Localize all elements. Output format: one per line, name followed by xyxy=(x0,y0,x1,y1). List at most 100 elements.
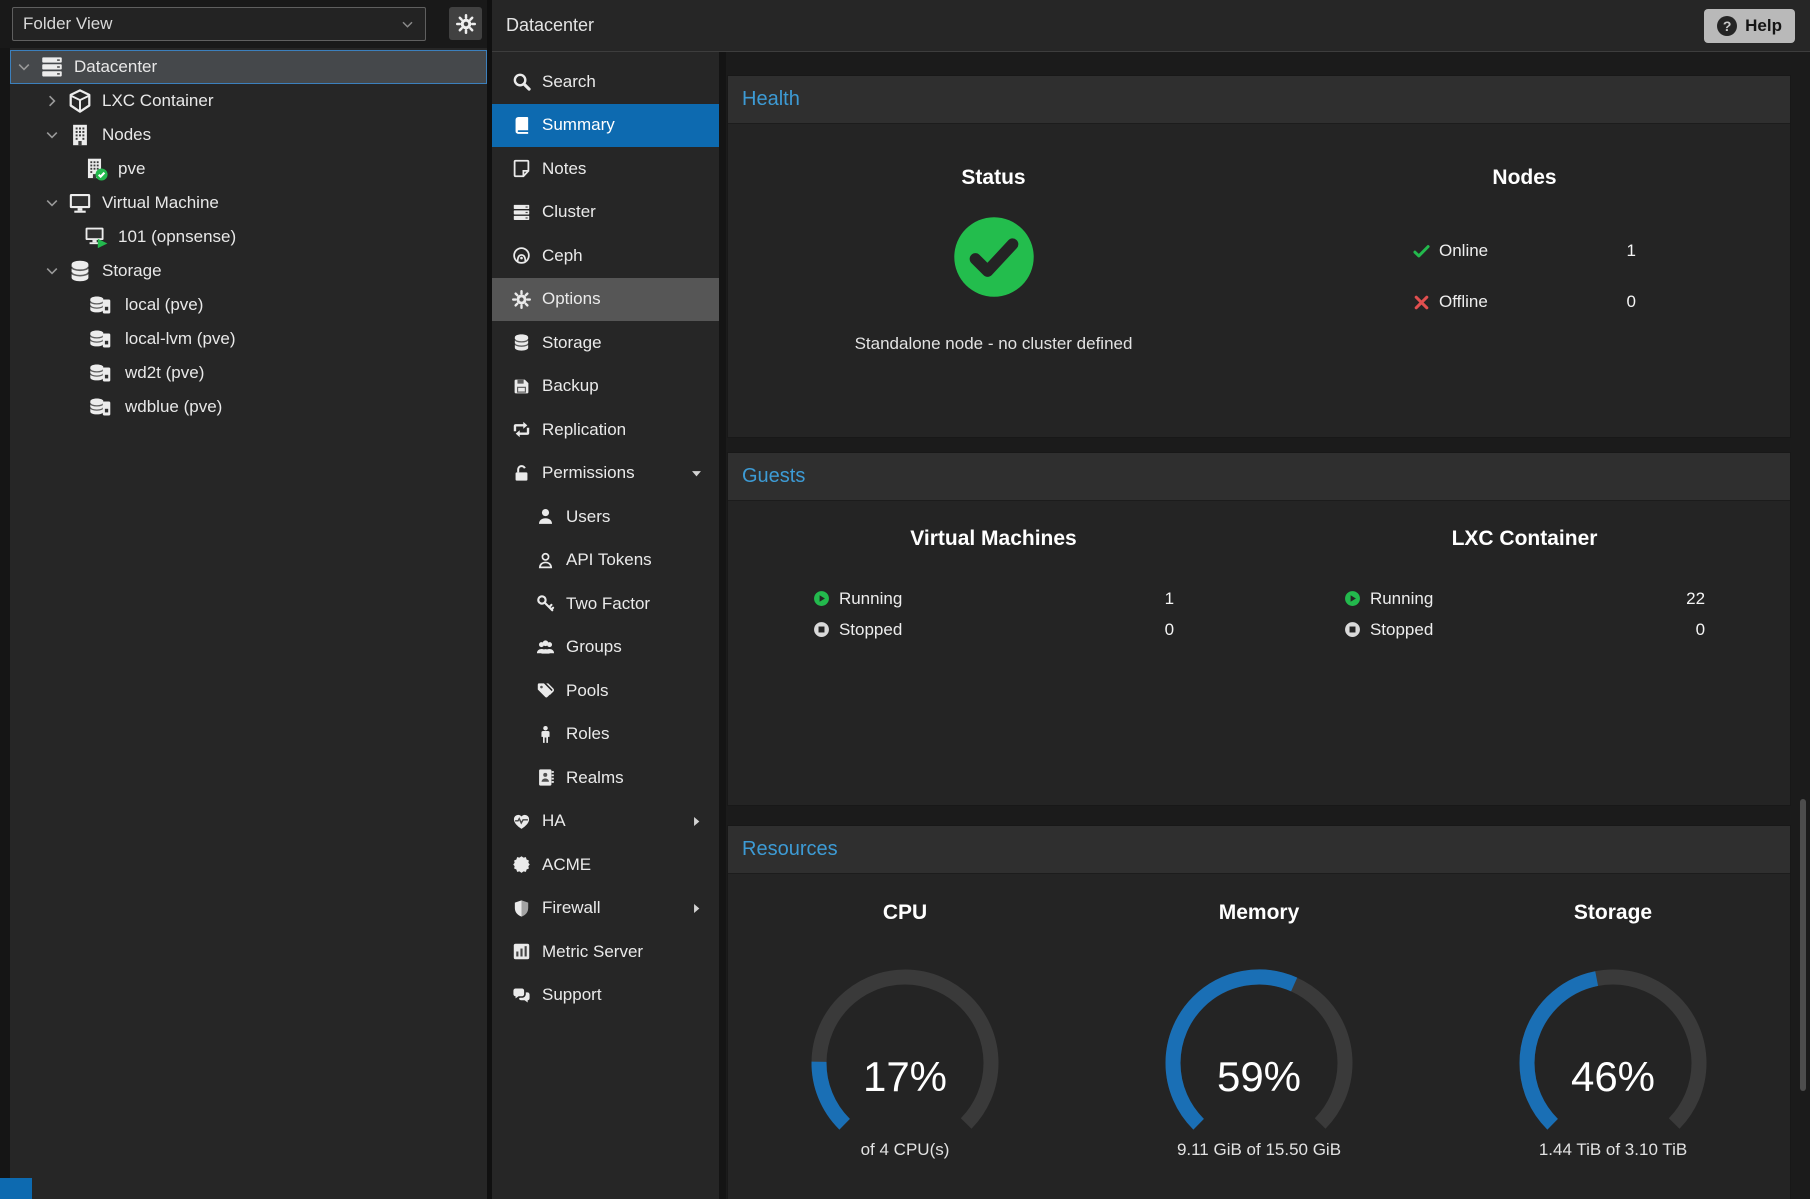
tags-icon xyxy=(536,681,555,700)
menu-item-label: Support xyxy=(542,985,602,1005)
menu-item-options[interactable]: Options xyxy=(492,278,719,322)
menu-item-groups[interactable]: Groups xyxy=(492,626,719,670)
menu-item-realms[interactable]: Realms xyxy=(492,756,719,800)
menu-item-roles[interactable]: Roles xyxy=(492,713,719,757)
role-icon xyxy=(536,725,555,744)
floppy-icon xyxy=(512,377,531,396)
health-panel: Health Status Standalone node - no clust… xyxy=(727,75,1791,438)
resources-panel-header: Resources xyxy=(728,826,1790,874)
tree-settings-button[interactable] xyxy=(449,7,482,40)
menu-item-pools[interactable]: Pools xyxy=(492,669,719,713)
guests-panel-body: Virtual Machines Running 1 Stopped 0 xyxy=(728,501,1790,805)
tree-item-storage-local[interactable]: local (pve) xyxy=(10,288,487,322)
address-book-icon xyxy=(536,768,555,787)
play-circle-icon xyxy=(813,590,830,607)
vm-stopped-row: Stopped 0 xyxy=(813,614,1174,645)
menu-item-label: Summary xyxy=(542,115,615,135)
group-icon xyxy=(536,638,555,657)
tree-item-storage-wdblue[interactable]: wdblue (pve) xyxy=(10,390,487,424)
menu-item-summary[interactable]: Summary xyxy=(492,104,719,148)
nodes-rows: Online 1 Offline 0 xyxy=(1413,236,1636,338)
tree-item-datacenter[interactable]: Datacenter xyxy=(10,50,487,84)
lxc-stopped-label: Stopped xyxy=(1370,620,1433,640)
expander-down-icon[interactable] xyxy=(44,263,60,279)
acme-seal-icon xyxy=(512,855,531,874)
cross-icon xyxy=(1413,294,1430,311)
menu-item-label: API Tokens xyxy=(566,550,652,570)
expander-down-icon[interactable] xyxy=(44,127,60,143)
vm-running-value: 1 xyxy=(1165,589,1174,609)
tree-item-lxc-container[interactable]: LXC Container xyxy=(10,84,487,118)
menu-item-two-factor[interactable]: Two Factor xyxy=(492,582,719,626)
menu-item-permissions[interactable]: Permissions xyxy=(492,452,719,496)
menu-item-acme[interactable]: ACME xyxy=(492,843,719,887)
tree-item-vm-101[interactable]: 101 (opnsense) xyxy=(10,220,487,254)
tree-item-storage-wd2t[interactable]: wd2t (pve) xyxy=(10,356,487,390)
shield-icon xyxy=(512,899,531,918)
menu-item-users[interactable]: Users xyxy=(492,495,719,539)
guests-panel-header: Guests xyxy=(728,453,1790,501)
heartbeat-icon xyxy=(512,812,531,831)
tree-item-virtual-machine[interactable]: Virtual Machine xyxy=(10,186,487,220)
menu-item-label: Realms xyxy=(566,768,624,788)
database-icon xyxy=(512,333,531,352)
question-icon: ? xyxy=(1717,16,1737,36)
status-column: Status Standalone node - no cluster defi… xyxy=(728,124,1259,437)
menu-item-support[interactable]: Support xyxy=(492,974,719,1018)
tree-item-label: wdblue (pve) xyxy=(125,397,222,417)
nodes-offline-label: Offline xyxy=(1439,292,1488,312)
tree-item-storage-local-lvm[interactable]: local-lvm (pve) xyxy=(10,322,487,356)
tree-item-label: Storage xyxy=(102,261,162,281)
unlock-icon xyxy=(512,464,531,483)
menu-item-metric-server[interactable]: Metric Server xyxy=(492,930,719,974)
nodes-offline-value: 0 xyxy=(1627,292,1636,312)
stop-circle-icon xyxy=(813,621,830,638)
storage-heading: Storage xyxy=(1574,901,1652,925)
key-icon xyxy=(536,594,555,613)
menu-item-search[interactable]: Search xyxy=(492,60,719,104)
tree-item-nodes[interactable]: Nodes xyxy=(10,118,487,152)
user-outline-icon xyxy=(536,551,555,570)
gear-icon xyxy=(512,290,531,309)
caret-right-icon xyxy=(690,815,703,828)
menu-item-label: HA xyxy=(542,811,566,831)
nodes-online-row: Online 1 xyxy=(1413,236,1636,266)
menu-item-label: Firewall xyxy=(542,898,601,918)
help-button[interactable]: ? Help xyxy=(1704,9,1795,43)
database-icon xyxy=(66,259,94,283)
memory-percent: 59% xyxy=(1149,1053,1369,1101)
vm-heading: Virtual Machines xyxy=(910,527,1077,551)
expander-down-icon[interactable] xyxy=(16,59,32,75)
menu-item-replication[interactable]: Replication xyxy=(492,408,719,452)
tree-item-storage[interactable]: Storage xyxy=(10,254,487,288)
help-button-label: Help xyxy=(1745,16,1782,36)
tree-item-label: wd2t (pve) xyxy=(125,363,204,383)
menu-item-backup[interactable]: Backup xyxy=(492,365,719,409)
menu-item-cluster[interactable]: Cluster xyxy=(492,191,719,235)
vm-stopped-value: 0 xyxy=(1165,620,1174,640)
menu-item-api-tokens[interactable]: API Tokens xyxy=(492,539,719,583)
view-mode-select[interactable]: Folder View xyxy=(12,7,426,41)
check-icon xyxy=(1413,243,1430,260)
expander-right-icon[interactable] xyxy=(44,93,60,109)
guests-panel: Guests Virtual Machines Running 1 xyxy=(727,452,1791,806)
menu-item-notes[interactable]: Notes xyxy=(492,147,719,191)
lxc-running-row: Running 22 xyxy=(1344,583,1705,614)
vertical-scrollbar-thumb[interactable] xyxy=(1800,799,1806,1091)
expander-down-icon[interactable] xyxy=(44,195,60,211)
menu-item-storage[interactable]: Storage xyxy=(492,321,719,365)
play-circle-icon xyxy=(1344,590,1361,607)
menu-item-label: Options xyxy=(542,289,601,309)
tree-item-label: 101 (opnsense) xyxy=(118,227,236,247)
caret-down-icon xyxy=(690,467,703,480)
cube-icon xyxy=(66,89,94,113)
menu-item-firewall[interactable]: Firewall xyxy=(492,887,719,931)
monitor-icon xyxy=(66,191,94,215)
storage-percent: 46% xyxy=(1503,1053,1723,1101)
memory-gauge: 59% xyxy=(1149,963,1369,1138)
tree-item-pve[interactable]: pve xyxy=(10,152,487,186)
menu-item-ha[interactable]: HA xyxy=(492,800,719,844)
menu-item-ceph[interactable]: Ceph xyxy=(492,234,719,278)
menu-item-label: Groups xyxy=(566,637,622,657)
check-circle-icon xyxy=(953,216,1035,298)
